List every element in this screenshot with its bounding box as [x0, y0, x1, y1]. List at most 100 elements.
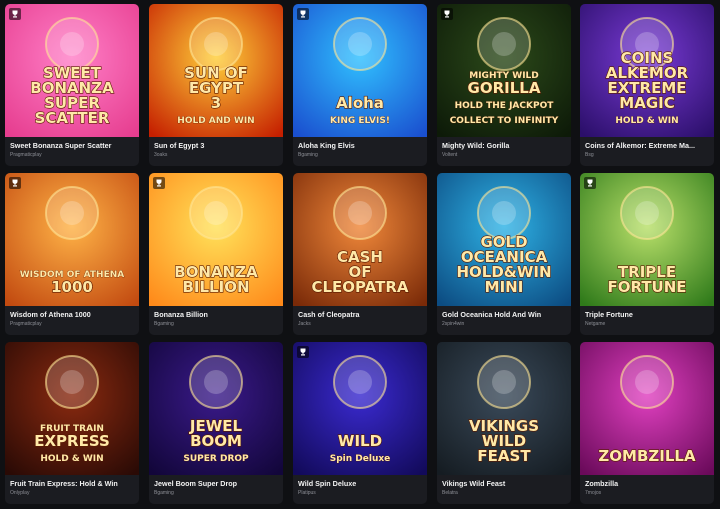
game-art: GOLDOCEANICAHOLD&WINMINI: [437, 173, 571, 306]
game-thumbnail[interactable]: MIGHTY WILD GORILLA HOLD THE JACKPOT COLLEC…: [437, 4, 571, 137]
game-title[interactable]: Jewel Boom Super Drop: [154, 479, 279, 488]
game-card[interactable]: BONANZA BILLION Bonanza Billion Bgaming: [149, 173, 283, 335]
game-provider: Voltent: [442, 152, 458, 158]
trophy-icon: [441, 8, 453, 20]
game-thumbnail[interactable]: TRIPLE FORTUNE: [580, 173, 714, 306]
game-thumbnail[interactable]: WISDOM OF ATHENA 1000: [5, 173, 139, 306]
game-card[interactable]: FRUIT TRAIN EXPRESS HOLD & WIN Fruit Train …: [5, 342, 139, 504]
game-card[interactable]: TRIPLE FORTUNE Triple Fortune Netgame: [580, 173, 714, 335]
game-art-text: 3: [211, 94, 221, 112]
game-art-text: FEAST: [477, 447, 531, 465]
game-thumbnail[interactable]: BONANZA BILLION: [149, 173, 283, 306]
game-thumbnail[interactable]: JEWEL BOOM SUPER DROP: [149, 342, 283, 475]
game-art: WISDOM OF ATHENA1000: [5, 173, 139, 306]
game-thumbnail[interactable]: CASH OF CLEOPATRA: [293, 173, 427, 306]
game-art-text: BILLION: [182, 278, 249, 296]
game-card[interactable]: JEWEL BOOM SUPER DROP Jewel Boom Super Drop…: [149, 342, 283, 504]
game-thumbnail[interactable]: SWEET BONANZA SUPER SCATTER: [5, 4, 139, 137]
game-art-text: HOLD AND WIN: [177, 116, 254, 126]
game-art: SWEETBONANZASUPERSCATTER: [5, 4, 139, 137]
game-art-text: MINI: [485, 278, 524, 296]
game-thumbnail[interactable]: WILD Spin Deluxe: [293, 342, 427, 475]
game-title[interactable]: Coins of Alkemor: Extreme Ma...: [585, 141, 710, 150]
game-thumbnail[interactable]: COINS ALKEMOR EXTREME MAGIC HOLD & WIN: [580, 4, 714, 137]
game-card[interactable]: WILD Spin Deluxe Wild Spin Deluxe Platipus: [293, 342, 427, 504]
game-card[interactable]: COINS ALKEMOR EXTREME MAGIC HOLD & WIN Coins …: [580, 4, 714, 166]
game-provider: 7mojos: [585, 490, 602, 496]
game-art: FRUIT TRAINEXPRESSHOLD & WIN: [5, 342, 139, 475]
game-title[interactable]: Wild Spin Deluxe: [298, 479, 423, 488]
game-card[interactable]: ZOMBZILLA Zombzilla 7mojos: [580, 342, 714, 504]
game-card[interactable]: VIKINGS WILD FEAST Vikings Wild Feast Belatr…: [437, 342, 571, 504]
game-title[interactable]: Sun of Egypt 3: [154, 141, 279, 150]
game-art: ZOMBZILLA: [580, 342, 714, 475]
game-art-text: CLEOPATRA: [311, 278, 408, 296]
game-art-text: 1000: [51, 278, 93, 296]
game-title[interactable]: Fruit Train Express: Hold & Win: [10, 479, 135, 488]
game-art-text: MAGIC: [619, 94, 674, 112]
game-provider: Belatra: [442, 490, 458, 496]
game-title[interactable]: Triple Fortune: [585, 310, 710, 319]
game-art: TRIPLEFORTUNE: [580, 173, 714, 306]
game-art: Aloha KING ELVIS!: [293, 4, 427, 137]
game-thumbnail[interactable]: GOLD OCEANICA HOLD&WIN MINI: [437, 173, 571, 306]
game-art: MIGHTY WILDGORILLAHOLD THE JACKPOTCOLLEC…: [437, 4, 571, 137]
game-thumbnail[interactable]: SUN OF EGYPT 3 HOLD AND WIN: [149, 4, 283, 137]
game-art-text: ZOMBZILLA: [598, 447, 696, 465]
game-title[interactable]: Bonanza Billion: [154, 310, 279, 319]
game-card[interactable]: WISDOM OF ATHENA 1000 Wisdom of Athena 100…: [5, 173, 139, 335]
game-title[interactable]: Vikings Wild Feast: [442, 479, 567, 488]
game-thumbnail[interactable]: VIKINGS WILD FEAST: [437, 342, 571, 475]
trophy-icon: [584, 177, 596, 189]
game-title[interactable]: Wisdom of Athena 1000: [10, 310, 135, 319]
game-art: COINSALKEMOREXTREMEMAGICHOLD & WIN: [580, 4, 714, 137]
game-title[interactable]: Gold Oceanica Hold And Win: [442, 310, 567, 319]
game-art: VIKINGSWILDFEAST: [437, 342, 571, 475]
game-provider: 2spin4win: [442, 321, 465, 327]
game-card[interactable]: SUN OF EGYPT 3 HOLD AND WIN Sun of Egypt 3 3o…: [149, 4, 283, 166]
game-art-text: WILD: [338, 432, 382, 450]
game-art: SUN OFEGYPT3HOLD AND WIN: [149, 4, 283, 137]
game-title[interactable]: Mighty Wild: Gorilla: [442, 141, 567, 150]
game-card[interactable]: CASH OF CLEOPATRA Cash of Cleopatra Jacks: [293, 173, 427, 335]
trophy-icon: [297, 8, 309, 20]
game-art: WILD Spin Deluxe: [293, 342, 427, 475]
game-provider: Bgaming: [154, 490, 174, 496]
game-art-text: BOOM: [190, 432, 242, 450]
game-art-text: HOLD & WIN: [615, 116, 678, 126]
game-provider: Pragmaticplay: [10, 152, 42, 158]
game-grid: SWEET BONANZA SUPER SCATTER Sweet Bonanza Su…: [0, 0, 720, 509]
game-card[interactable]: MIGHTY WILD GORILLA HOLD THE JACKPOT COLLEC…: [437, 4, 571, 166]
game-title[interactable]: Aloha King Elvis: [298, 141, 423, 150]
game-provider: Netgame: [585, 321, 606, 327]
game-art-text: GORILLA: [468, 79, 541, 97]
game-thumbnail[interactable]: FRUIT TRAIN EXPRESS HOLD & WIN: [5, 342, 139, 475]
game-art: JEWELBOOMSUPER DROP: [149, 342, 283, 475]
game-title[interactable]: Zombzilla: [585, 479, 710, 488]
game-card[interactable]: GOLD OCEANICA HOLD&WIN MINI Gold Oceanica Ho…: [437, 173, 571, 335]
game-title[interactable]: Sweet Bonanza Super Scatter: [10, 141, 135, 150]
game-provider: Bgaming: [154, 321, 174, 327]
game-card[interactable]: SWEET BONANZA SUPER SCATTER Sweet Bonanza Su…: [5, 4, 139, 166]
trophy-icon: [9, 8, 21, 20]
game-art-text: FORTUNE: [607, 278, 686, 296]
game-art: BONANZABILLION: [149, 173, 283, 306]
game-art: CASHOFCLEOPATRA: [293, 173, 427, 306]
game-art-text: COLLECT TO INFINITY: [450, 116, 559, 126]
game-art-text: HOLD THE JACKPOT: [455, 101, 555, 111]
game-provider: Pragmaticplay: [10, 321, 42, 327]
game-thumbnail[interactable]: ZOMBZILLA: [580, 342, 714, 475]
game-provider: Onlyplay: [10, 490, 30, 496]
game-provider: Bgaming: [298, 152, 318, 158]
game-art-text: EXPRESS: [34, 432, 110, 450]
game-provider: Bsg: [585, 152, 594, 158]
game-art-text: Spin Deluxe: [330, 454, 391, 464]
game-provider: Jacks: [298, 321, 311, 327]
game-provider: Platipus: [298, 490, 316, 496]
game-art-text: KING ELVIS!: [330, 116, 390, 126]
game-thumbnail[interactable]: Aloha KING ELVIS!: [293, 4, 427, 137]
trophy-icon: [153, 177, 165, 189]
game-art-text: SCATTER: [35, 109, 110, 127]
game-card[interactable]: Aloha KING ELVIS! Aloha King Elvis Bgaming: [293, 4, 427, 166]
game-title[interactable]: Cash of Cleopatra: [298, 310, 423, 319]
